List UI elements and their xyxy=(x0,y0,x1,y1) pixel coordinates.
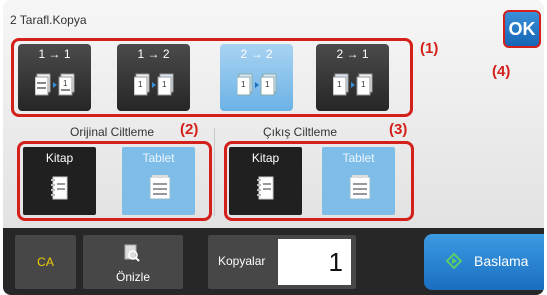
tablet-binding-icon xyxy=(149,175,171,200)
binding-option-label: Kitap xyxy=(251,151,280,165)
copy-mode-1-to-1-button[interactable]: 1 → 1 1 xyxy=(18,44,91,111)
copies-label: Kopyalar xyxy=(218,254,266,268)
binding-option-label: Tablet xyxy=(342,151,375,165)
start-diamond-icon xyxy=(446,253,462,269)
copy-mode-2-to-2-button[interactable]: 2 → 2 1 1 xyxy=(220,44,293,111)
copy-mode-label: 2 → 1 xyxy=(336,47,369,61)
binding-option-label: Kitap xyxy=(45,151,74,165)
clear-all-button[interactable]: CA xyxy=(15,235,76,289)
output-binding-label: Çıkış Ciltleme xyxy=(263,125,338,139)
callout-2: (2) xyxy=(180,121,199,138)
copies-control: Kopyalar 1 xyxy=(208,235,356,289)
binding-option-label: Tablet xyxy=(142,151,175,165)
duplex-copy-panel: 2 Tarafl.Kopya OK (4) (1) 1 → 1 1 1 → 2 xyxy=(3,0,544,228)
start-button[interactable]: Baslama xyxy=(424,234,544,290)
preview-label: Önizle xyxy=(115,270,150,284)
svg-text:1: 1 xyxy=(63,79,68,88)
ok-button[interactable]: OK xyxy=(503,10,541,48)
svg-text:1: 1 xyxy=(337,80,342,89)
callout-3: (3) xyxy=(389,121,408,138)
copy-mode-2-to-1-button[interactable]: 2 → 1 1 1 xyxy=(316,44,389,111)
copy-mode-label: 2 → 2 xyxy=(240,47,273,61)
section-divider xyxy=(214,128,215,216)
copier-screen: 2 Tarafl.Kopya OK (4) (1) 1 → 1 1 1 → 2 xyxy=(3,0,544,295)
original-binding-label: Orijinal Ciltleme xyxy=(70,125,155,139)
preview-magnifier-icon xyxy=(124,244,140,262)
original-binding-book-button[interactable]: Kitap xyxy=(23,147,96,215)
bottom-bar: CA Önizle Kopyalar 1 Baslama xyxy=(3,228,544,295)
svg-text:1: 1 xyxy=(241,80,246,89)
copy-mode-label: 1 → 1 xyxy=(38,47,71,61)
copy-mode-1-to-2-button[interactable]: 1 → 2 1 1 xyxy=(117,44,190,111)
one-to-two-sided-icon: 1 1 xyxy=(134,73,174,96)
original-binding-tablet-button[interactable]: Tablet xyxy=(122,147,195,215)
one-to-one-sided-icon: 1 xyxy=(35,73,75,96)
copies-count-field[interactable]: 1 xyxy=(278,239,351,285)
two-to-one-sided-icon: 1 1 xyxy=(333,73,373,96)
preview-button[interactable]: Önizle xyxy=(83,235,183,289)
svg-text:1: 1 xyxy=(361,80,366,89)
output-binding-book-button[interactable]: Kitap xyxy=(229,147,302,215)
callout-4: (4) xyxy=(492,63,511,80)
tablet-binding-icon xyxy=(349,175,371,200)
svg-text:1: 1 xyxy=(162,80,167,89)
dialog-title: 2 Tarafl.Kopya xyxy=(10,13,87,27)
book-binding-icon xyxy=(257,176,274,200)
callout-1: (1) xyxy=(420,40,439,57)
start-label: Baslama xyxy=(474,253,529,269)
two-to-two-sided-icon: 1 1 xyxy=(237,73,277,96)
copy-mode-label: 1 → 2 xyxy=(137,47,170,61)
output-binding-tablet-button[interactable]: Tablet xyxy=(322,147,395,215)
svg-text:1: 1 xyxy=(138,80,143,89)
svg-text:1: 1 xyxy=(265,80,270,89)
book-binding-icon xyxy=(51,176,68,200)
